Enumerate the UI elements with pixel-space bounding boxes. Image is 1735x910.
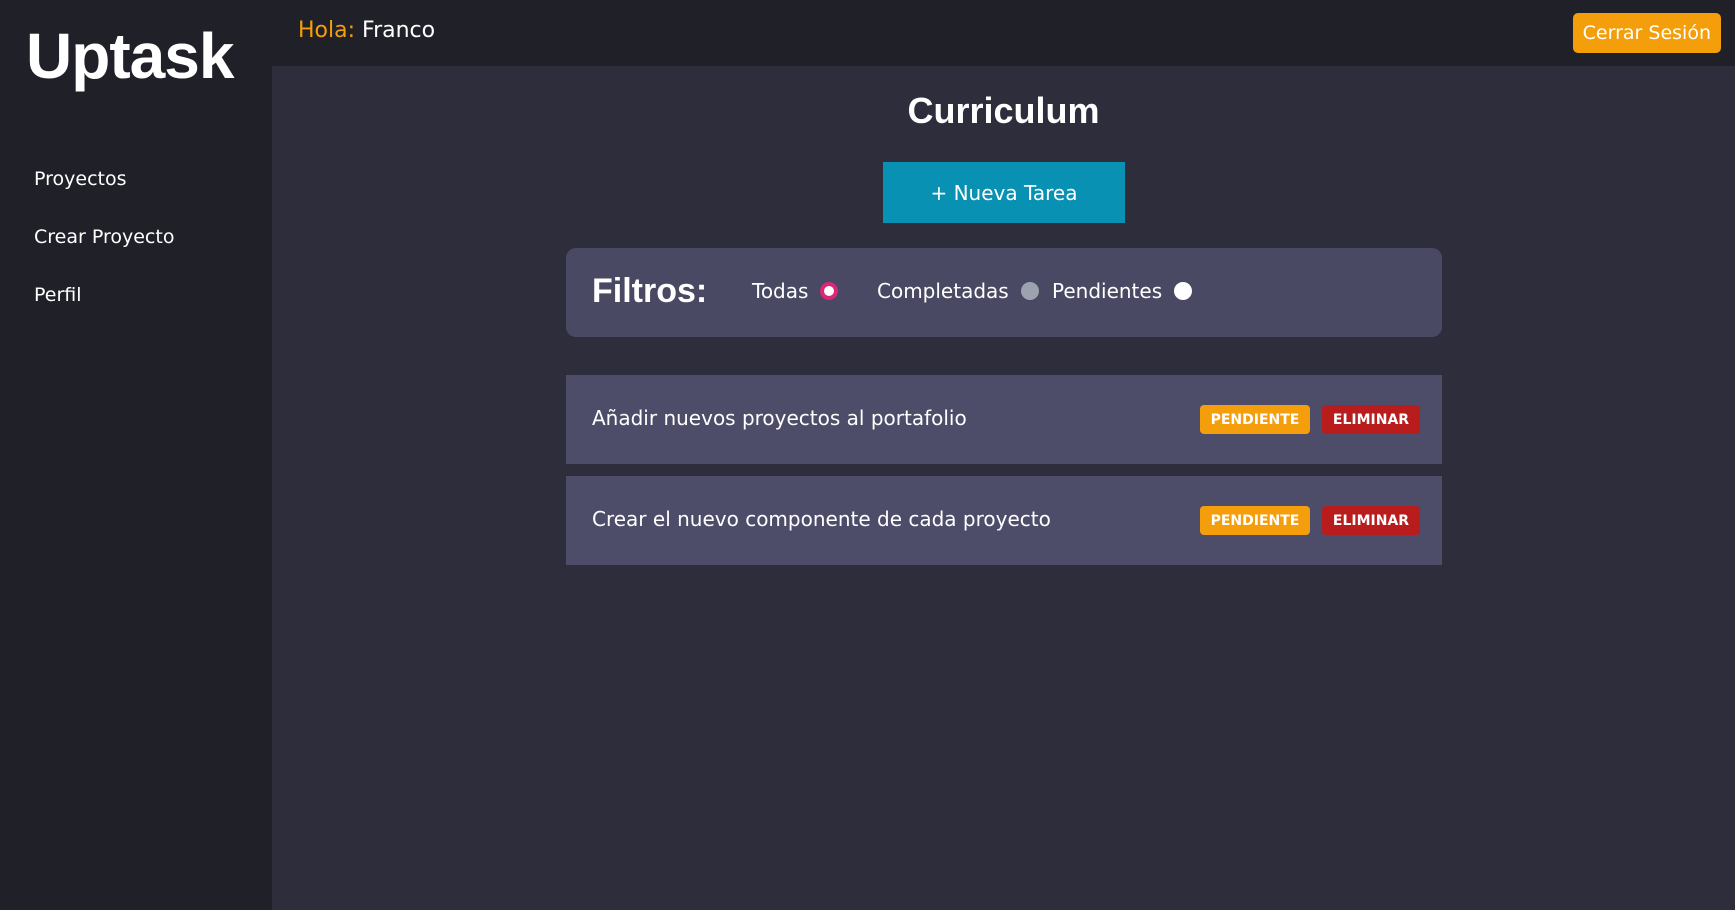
project-title: Curriculum	[907, 90, 1100, 131]
app-logo[interactable]: Uptask	[26, 24, 234, 88]
filter-option-pendientes[interactable]: Pendientes	[1052, 279, 1193, 303]
top-bar: Hola: Franco Cerrar Sesión	[272, 0, 1735, 66]
filters-panel: Filtros: Todas Completadas Pendientes	[566, 248, 1442, 337]
sidebar: Uptask Proyectos Crear Proyecto Perfil	[0, 0, 272, 910]
radio-pendientes[interactable]	[1174, 282, 1193, 300]
filter-label-todas: Todas	[752, 279, 809, 303]
task-delete-button[interactable]: ELIMINAR	[1322, 405, 1420, 434]
task-status-button[interactable]: PENDIENTE	[1200, 506, 1310, 535]
user-name: Franco	[362, 18, 436, 43]
radio-completadas[interactable]	[1020, 282, 1039, 300]
user-greeting: Hola: Franco	[298, 18, 435, 43]
logout-button[interactable]: Cerrar Sesión	[1572, 13, 1721, 53]
filter-label-pendientes: Pendientes	[1052, 279, 1163, 303]
radio-todas[interactable]	[820, 282, 839, 300]
task-status-button[interactable]: PENDIENTE	[1200, 405, 1310, 434]
filter-option-completadas[interactable]: Completadas	[877, 279, 1039, 303]
sidebar-item-proyectos[interactable]: Proyectos	[34, 164, 174, 222]
filter-option-todas[interactable]: Todas	[752, 279, 839, 303]
task-item: Añadir nuevos proyectos al portafolio PE…	[566, 375, 1442, 464]
main-content: Curriculum + Nueva Tarea Filtros: Todas …	[272, 66, 1735, 910]
filter-label-completadas: Completadas	[877, 279, 1009, 303]
task-text: Añadir nuevos proyectos al portafolio	[592, 406, 967, 430]
sidebar-item-perfil[interactable]: Perfil	[34, 280, 174, 338]
greeting-prefix: Hola:	[298, 18, 356, 43]
task-delete-button[interactable]: ELIMINAR	[1322, 506, 1420, 535]
new-task-button[interactable]: + Nueva Tarea	[883, 162, 1125, 223]
filters-label: Filtros:	[592, 272, 708, 310]
sidebar-nav: Proyectos Crear Proyecto Perfil	[34, 164, 174, 338]
task-item: Crear el nuevo componente de cada proyec…	[566, 476, 1442, 565]
task-text: Crear el nuevo componente de cada proyec…	[592, 507, 1051, 531]
sidebar-item-crear-proyecto[interactable]: Crear Proyecto	[34, 222, 174, 280]
